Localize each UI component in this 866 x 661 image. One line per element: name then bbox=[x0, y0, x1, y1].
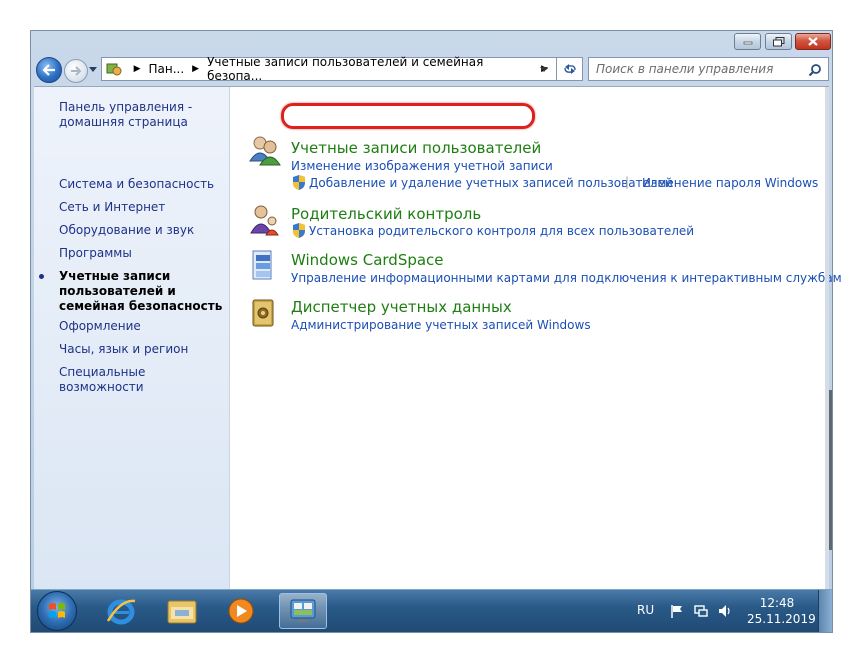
restore-button[interactable] bbox=[765, 33, 792, 50]
current-bullet bbox=[39, 274, 44, 279]
credential-manager-icon[interactable] bbox=[247, 296, 281, 330]
taskbar-explorer[interactable] bbox=[158, 593, 206, 629]
highlight-annotation bbox=[281, 103, 535, 129]
show-desktop-button[interactable] bbox=[818, 590, 832, 632]
tray-clock[interactable]: 12:48 25.11.2019 bbox=[747, 595, 816, 627]
link-add-remove-accounts[interactable]: Добавление и удаление учетных записей по… bbox=[309, 176, 673, 190]
restore-icon bbox=[772, 36, 784, 46]
category-title-user-accounts[interactable]: Учетные записи пользователей bbox=[291, 139, 541, 157]
close-button[interactable] bbox=[795, 33, 831, 50]
minimize-icon bbox=[743, 41, 752, 44]
search-input[interactable] bbox=[596, 62, 801, 76]
language-indicator[interactable]: RU bbox=[637, 603, 654, 617]
network-icon[interactable] bbox=[693, 603, 709, 619]
taskbar-control-panel[interactable] bbox=[279, 593, 327, 629]
search-icon[interactable] bbox=[808, 63, 822, 77]
link-change-password[interactable]: Изменение пароля Windows bbox=[642, 176, 818, 190]
clock-date: 25.11.2019 bbox=[747, 612, 816, 626]
breadcrumb-separator[interactable]: ▶ bbox=[192, 64, 199, 74]
action-center-flag-icon[interactable] bbox=[669, 603, 685, 619]
uac-shield-icon bbox=[293, 223, 305, 238]
sidebar-item-accessibility[interactable]: Специальные возможности bbox=[59, 365, 229, 395]
link-change-picture[interactable]: Изменение изображения учетной записи bbox=[291, 159, 553, 173]
sidebar: Панель управления - домашняя страница Си… bbox=[34, 87, 230, 590]
uac-shield-icon bbox=[293, 175, 305, 190]
sidebar-item-home[interactable]: Панель управления - домашняя страница bbox=[59, 100, 229, 130]
arrow-left-icon bbox=[42, 64, 55, 76]
close-icon bbox=[808, 37, 818, 46]
category-title-credential-manager[interactable]: Диспетчер учетных данных bbox=[291, 298, 512, 316]
parental-controls-icon[interactable] bbox=[247, 203, 281, 237]
media-player-icon bbox=[228, 598, 254, 624]
breadcrumb-control-panel[interactable]: Пан... bbox=[148, 62, 184, 76]
user-accounts-icon[interactable] bbox=[247, 133, 281, 167]
sidebar-item-system-security[interactable]: Система и безопасность bbox=[59, 177, 229, 192]
refresh-button[interactable] bbox=[557, 57, 583, 81]
sidebar-item-clock-region[interactable]: Часы, язык и регион bbox=[59, 342, 229, 357]
control-panel-icon bbox=[290, 599, 316, 622]
folder-icon bbox=[167, 600, 197, 624]
sidebar-item-user-accounts: Учетные записи пользователей и семейная … bbox=[39, 269, 229, 314]
link-setup-parental-controls[interactable]: Установка родительского контроля для все… bbox=[309, 224, 694, 238]
sidebar-item-hardware[interactable]: Оборудование и звук bbox=[59, 223, 229, 238]
arrow-right-icon bbox=[71, 66, 82, 76]
minimize-button[interactable] bbox=[734, 33, 761, 50]
address-bar[interactable]: ▶ Пан... ▶ Учетные записи пользователей … bbox=[101, 55, 557, 83]
sidebar-item-network[interactable]: Сеть и Интернет bbox=[59, 200, 229, 215]
window-edge-shadow bbox=[829, 390, 832, 550]
taskbar: RU 12:48 25.11.2019 bbox=[31, 589, 832, 632]
taskbar-media-player[interactable] bbox=[217, 593, 265, 629]
link-manage-info-cards[interactable]: Управление информационными картами для п… bbox=[291, 271, 842, 285]
sidebar-item-label: Учетные записи пользователей и семейная … bbox=[59, 269, 223, 313]
address-dropdown-icon[interactable] bbox=[540, 67, 548, 72]
category-title-parental-controls[interactable]: Родительский контроль bbox=[291, 205, 481, 223]
search-box[interactable] bbox=[588, 57, 829, 81]
sidebar-item-programs[interactable]: Программы bbox=[59, 246, 229, 261]
link-separator: | bbox=[625, 175, 630, 189]
windows-logo-icon bbox=[49, 603, 65, 618]
clock-time: 12:48 bbox=[759, 596, 795, 610]
control-panel-icon bbox=[106, 63, 122, 76]
back-button[interactable] bbox=[36, 57, 62, 83]
link-manage-windows-credentials[interactable]: Администрирование учетных записей Window… bbox=[291, 318, 591, 332]
breadcrumb-separator[interactable]: ▶ bbox=[134, 64, 141, 74]
content-area: Панель управления - домашняя страница Си… bbox=[34, 86, 842, 590]
sidebar-item-appearance[interactable]: Оформление bbox=[59, 319, 229, 334]
taskbar-internet-explorer[interactable] bbox=[97, 593, 145, 629]
forward-button[interactable] bbox=[64, 59, 88, 83]
refresh-icon bbox=[563, 64, 576, 74]
start-button[interactable] bbox=[37, 591, 77, 631]
cardspace-icon[interactable] bbox=[247, 249, 281, 283]
recent-pages-dropdown[interactable] bbox=[89, 67, 97, 72]
category-title-cardspace[interactable]: Windows CardSpace bbox=[291, 251, 444, 269]
breadcrumb-user-accounts[interactable]: Учетные записи пользователей и семейная … bbox=[207, 55, 533, 83]
internet-explorer-icon bbox=[106, 599, 136, 625]
volume-icon[interactable] bbox=[717, 603, 733, 619]
